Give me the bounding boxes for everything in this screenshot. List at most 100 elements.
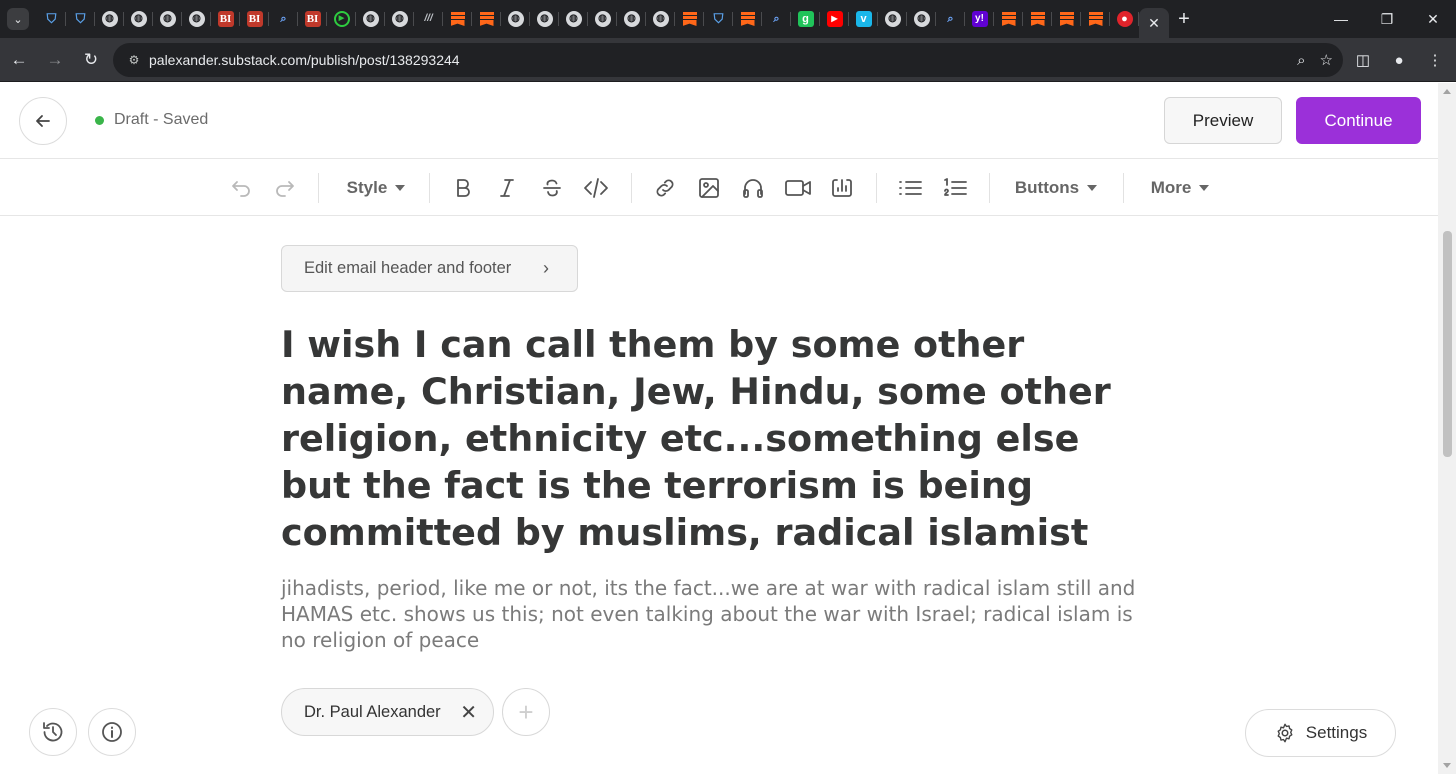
browser-forward-icon[interactable]: → <box>38 43 72 77</box>
buttons-dropdown[interactable]: Buttons <box>1008 160 1104 216</box>
status-text: Draft - Saved <box>114 111 209 128</box>
gear-icon <box>1277 723 1293 743</box>
numbered-list-icon[interactable] <box>940 160 970 216</box>
browser-tab[interactable]: ◍ <box>559 0 588 38</box>
minimize-icon[interactable]: — <box>1318 0 1364 38</box>
audio-icon[interactable] <box>738 160 768 216</box>
browser-tab[interactable]: ● <box>1110 0 1139 38</box>
strikethrough-icon[interactable] <box>537 160 567 216</box>
page-scrollbar[interactable] <box>1438 83 1456 774</box>
back-button[interactable] <box>19 97 67 145</box>
browser-menu-icon[interactable]: ⋮ <box>1422 51 1448 69</box>
magnifier-favicon-icon: ⌕ <box>280 13 287 25</box>
add-author-button[interactable]: + <box>502 688 550 736</box>
browser-tab[interactable]: ▶ <box>820 0 849 38</box>
preview-button[interactable]: Preview <box>1164 97 1282 144</box>
browser-tab[interactable] <box>472 0 501 38</box>
history-icon <box>43 722 63 742</box>
browser-tab[interactable] <box>1052 0 1081 38</box>
reload-icon[interactable]: ↻ <box>74 43 108 77</box>
side-panel-icon[interactable]: ◫ <box>1350 51 1376 69</box>
zoom-icon[interactable]: ⌕ <box>1297 52 1305 69</box>
continue-button[interactable]: Continue <box>1296 97 1421 144</box>
browser-tab[interactable] <box>443 0 472 38</box>
more-dropdown[interactable]: More <box>1142 160 1218 216</box>
italic-icon[interactable] <box>492 160 522 216</box>
info-button[interactable] <box>88 708 136 756</box>
browser-tab[interactable]: ◍ <box>385 0 414 38</box>
new-tab-button[interactable]: + <box>1169 0 1199 38</box>
scroll-up-icon[interactable] <box>1443 89 1451 94</box>
ww-favicon-icon: /// <box>424 13 433 24</box>
site-info-icon[interactable]: ⚙ <box>119 53 149 67</box>
browser-tab[interactable]: BI <box>211 0 240 38</box>
browser-tab[interactable]: ◍ <box>95 0 124 38</box>
browser-tab[interactable]: ⛉ <box>37 0 66 38</box>
post-subtitle[interactable]: jihadists, period, like me or not, its t… <box>281 575 1141 653</box>
close-window-icon[interactable]: ✕ <box>1410 0 1456 38</box>
video-icon[interactable] <box>782 160 814 216</box>
browser-tab[interactable]: BI <box>298 0 327 38</box>
browser-tab[interactable]: ⌕ <box>936 0 965 38</box>
browser-tab[interactable]: ◍ <box>530 0 559 38</box>
info-icon <box>102 722 122 742</box>
browser-tab[interactable]: g <box>791 0 820 38</box>
browser-tab[interactable]: ◍ <box>356 0 385 38</box>
code-icon[interactable] <box>581 160 611 216</box>
url-text[interactable]: palexander.substack.com/publish/post/138… <box>149 52 460 68</box>
undo-icon[interactable] <box>226 160 256 216</box>
browser-tabstrip: ⌄ ⛉ ⛉ ◍ ◍ ◍ ◍ BI BI ⌕ BI ▶ ◍ ◍ /// ◍ ◍ ◍ ◍ ◍ ◍ ⛉ ⌕ g ▶ v ◍ ◍ ⌕ y! ● ✕… <box>0 0 1456 38</box>
browser-tab[interactable]: ◍ <box>153 0 182 38</box>
browser-tab[interactable] <box>733 0 762 38</box>
tab-search-menu-button[interactable]: ⌄ <box>7 8 29 30</box>
browser-tab[interactable]: ◍ <box>124 0 153 38</box>
browser-tab[interactable]: ◍ <box>907 0 936 38</box>
browser-tab[interactable]: ▶ <box>327 0 356 38</box>
bullet-list-icon[interactable] <box>895 160 925 216</box>
edit-email-header-footer-button[interactable]: Edit email header and footer › <box>281 245 578 292</box>
browser-tab[interactable]: BI <box>240 0 269 38</box>
browser-tab[interactable]: ⌕ <box>762 0 791 38</box>
browser-tab[interactable]: ◍ <box>182 0 211 38</box>
browser-tab[interactable]: ⌕ <box>269 0 298 38</box>
browser-tab[interactable] <box>675 0 704 38</box>
browser-tab[interactable] <box>1023 0 1052 38</box>
redo-icon[interactable] <box>270 160 300 216</box>
image-icon[interactable] <box>694 160 724 216</box>
style-dropdown[interactable]: Style <box>340 160 412 216</box>
toolbar-divider <box>1123 173 1124 203</box>
scroll-thumb[interactable] <box>1443 231 1452 457</box>
restore-icon[interactable]: ❐ <box>1364 0 1410 38</box>
remove-author-icon[interactable]: ✕ <box>460 700 477 725</box>
address-bar[interactable]: ⚙ palexander.substack.com/publish/post/1… <box>113 43 1343 77</box>
browser-tab[interactable]: ⛉ <box>704 0 733 38</box>
settings-button[interactable]: Settings <box>1245 709 1396 757</box>
globe-favicon-icon: ◍ <box>623 11 640 27</box>
link-icon[interactable] <box>650 160 680 216</box>
author-chip[interactable]: Dr. Paul Alexander ✕ <box>281 688 494 736</box>
history-button[interactable] <box>29 708 77 756</box>
browser-tab[interactable]: ◍ <box>878 0 907 38</box>
browser-back-icon[interactable]: ← <box>2 43 36 77</box>
bookmark-star-icon[interactable]: ☆ <box>1320 51 1333 69</box>
profile-icon[interactable]: ● <box>1386 52 1412 69</box>
toolbar-divider <box>318 173 319 203</box>
browser-tab[interactable]: v <box>849 0 878 38</box>
embed-icon[interactable] <box>827 160 857 216</box>
browser-tab[interactable]: ◍ <box>501 0 530 38</box>
active-tab-close-button[interactable]: ✕ <box>1139 8 1169 38</box>
browser-tab[interactable]: ◍ <box>617 0 646 38</box>
browser-tab[interactable]: ◍ <box>588 0 617 38</box>
post-title[interactable]: I wish I can call them by some other nam… <box>281 321 1151 556</box>
browser-tab[interactable]: y! <box>965 0 994 38</box>
toolbar-divider <box>876 173 877 203</box>
browser-tab[interactable]: /// <box>414 0 443 38</box>
browser-tab[interactable] <box>994 0 1023 38</box>
bold-icon[interactable] <box>448 160 478 216</box>
more-label: More <box>1150 178 1192 197</box>
browser-tab[interactable] <box>1081 0 1110 38</box>
scroll-down-icon[interactable] <box>1443 763 1451 768</box>
email-header-footer-label: Edit email header and footer <box>304 259 512 277</box>
browser-tab[interactable]: ⛉ <box>66 0 95 38</box>
browser-tab[interactable]: ◍ <box>646 0 675 38</box>
